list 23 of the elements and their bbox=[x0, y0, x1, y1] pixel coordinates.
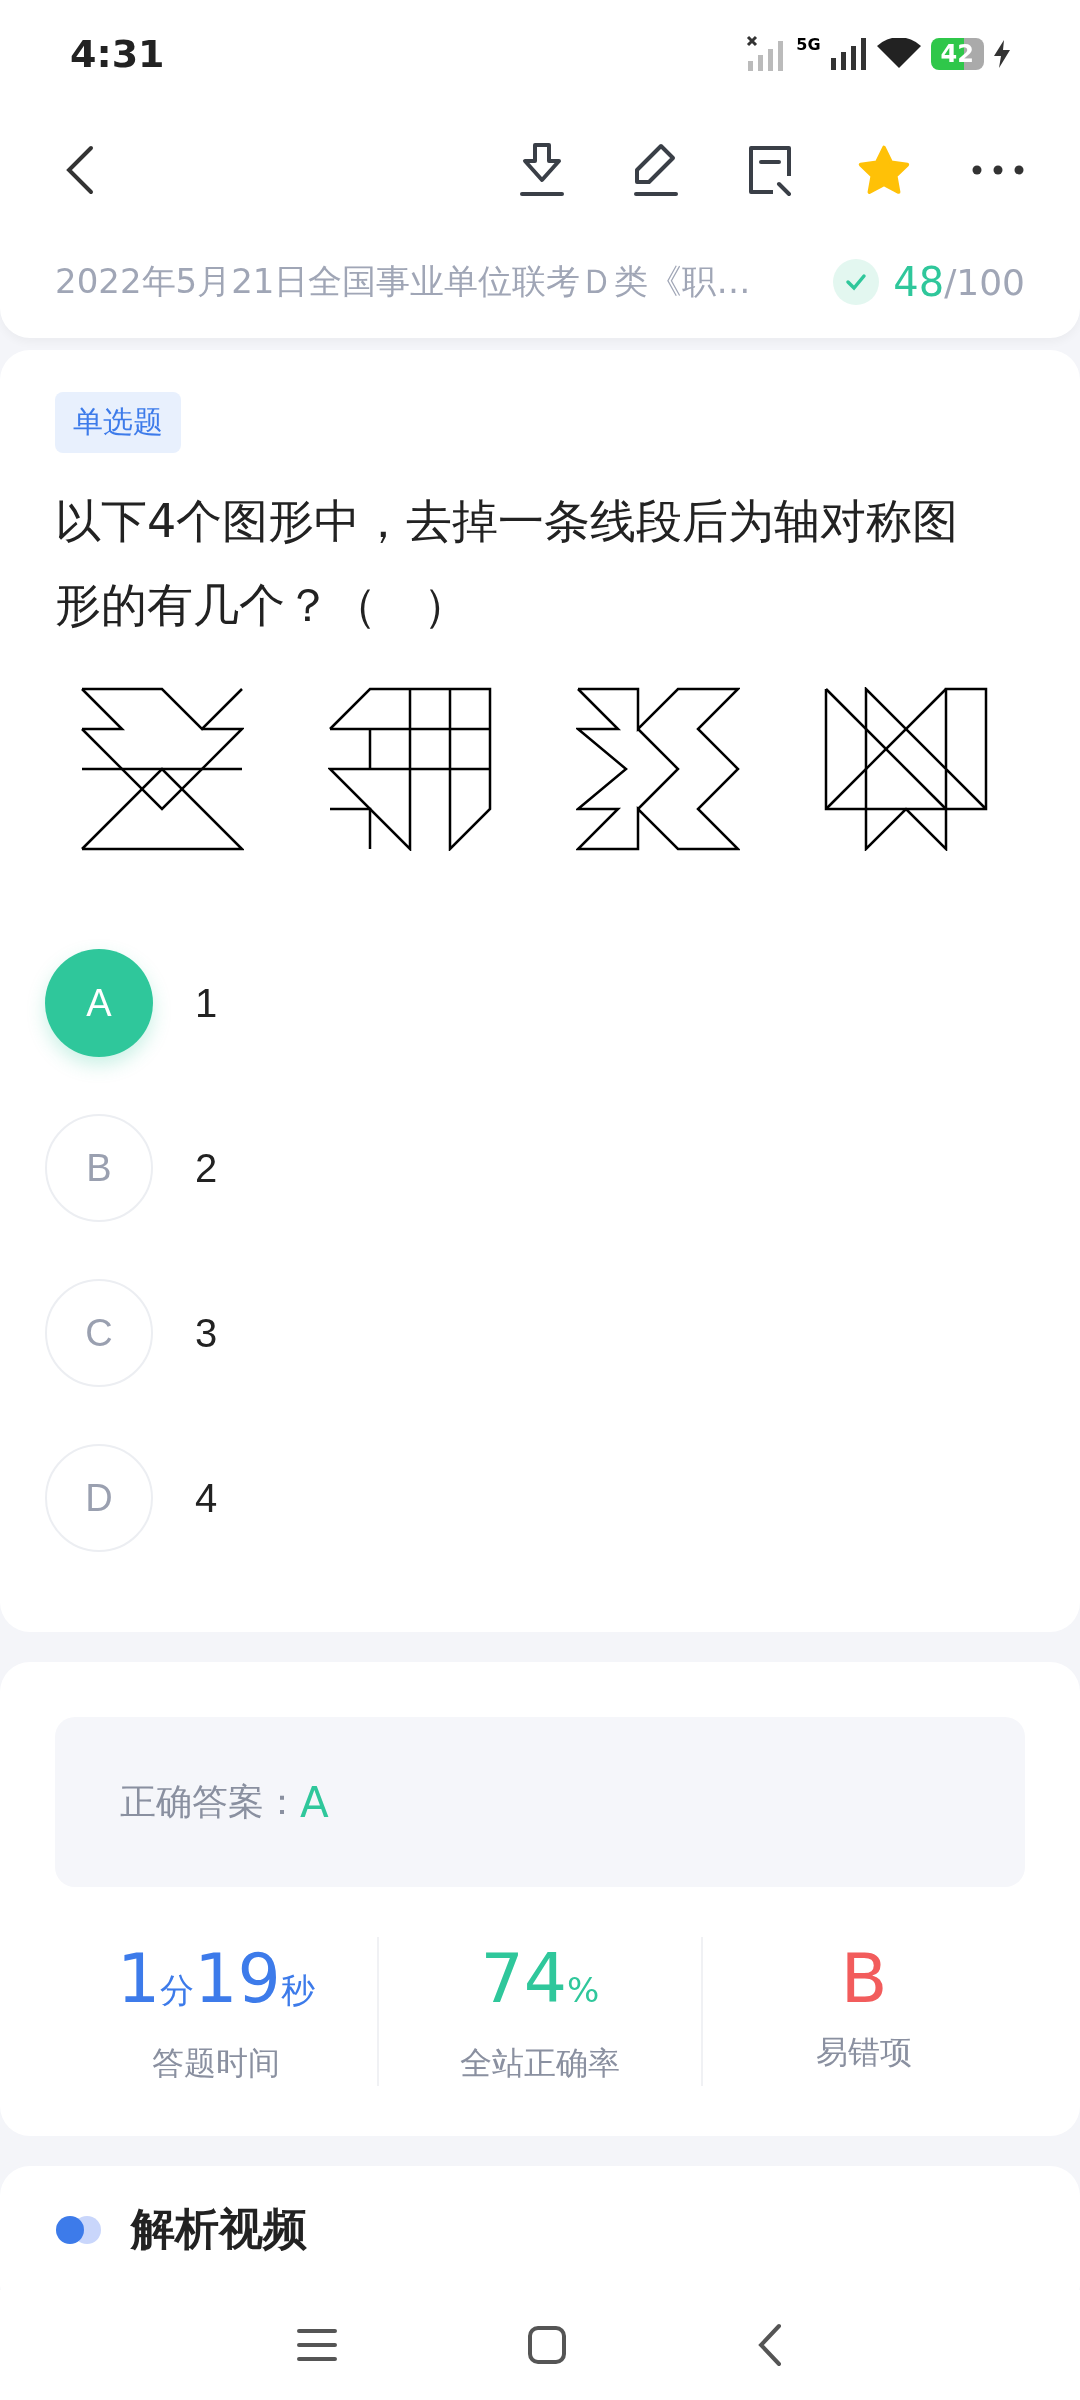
score: 48 bbox=[893, 259, 945, 305]
signal-icon bbox=[830, 38, 867, 70]
section-title: 解析视频 bbox=[131, 2202, 307, 2256]
paper-title: 2022年5月21日全国事业单位联考Ｄ类《职… bbox=[55, 260, 752, 303]
question-text: 以下4个图形中，去掉一条线段后为轴对称图形的有几个？（ ） bbox=[55, 493, 960, 634]
score-total: /100 bbox=[944, 261, 1025, 303]
question-type-tag: 单选题 bbox=[55, 392, 181, 453]
wifi-icon bbox=[876, 38, 921, 70]
section-icon bbox=[55, 2214, 103, 2245]
answer-value: A bbox=[300, 1777, 329, 1827]
network-label: 5G bbox=[796, 35, 821, 54]
stat-label: 答题时间 bbox=[152, 2043, 280, 2084]
home-button[interactable] bbox=[527, 2325, 567, 2365]
stat-value: B bbox=[840, 1938, 888, 2020]
stat-value: 1分 19秒 bbox=[117, 1938, 315, 2020]
status-time: 4:31 bbox=[70, 32, 165, 76]
back-nav-button[interactable] bbox=[757, 2323, 783, 2367]
stat-value: 74% bbox=[480, 1938, 600, 2020]
answer-label: 正确答案： bbox=[120, 1779, 300, 1824]
stat-label: 全站正确率 bbox=[460, 2043, 620, 2084]
charging-icon bbox=[994, 40, 1010, 68]
menu-button[interactable] bbox=[297, 2327, 337, 2363]
stat-label: 易错项 bbox=[816, 2032, 912, 2073]
